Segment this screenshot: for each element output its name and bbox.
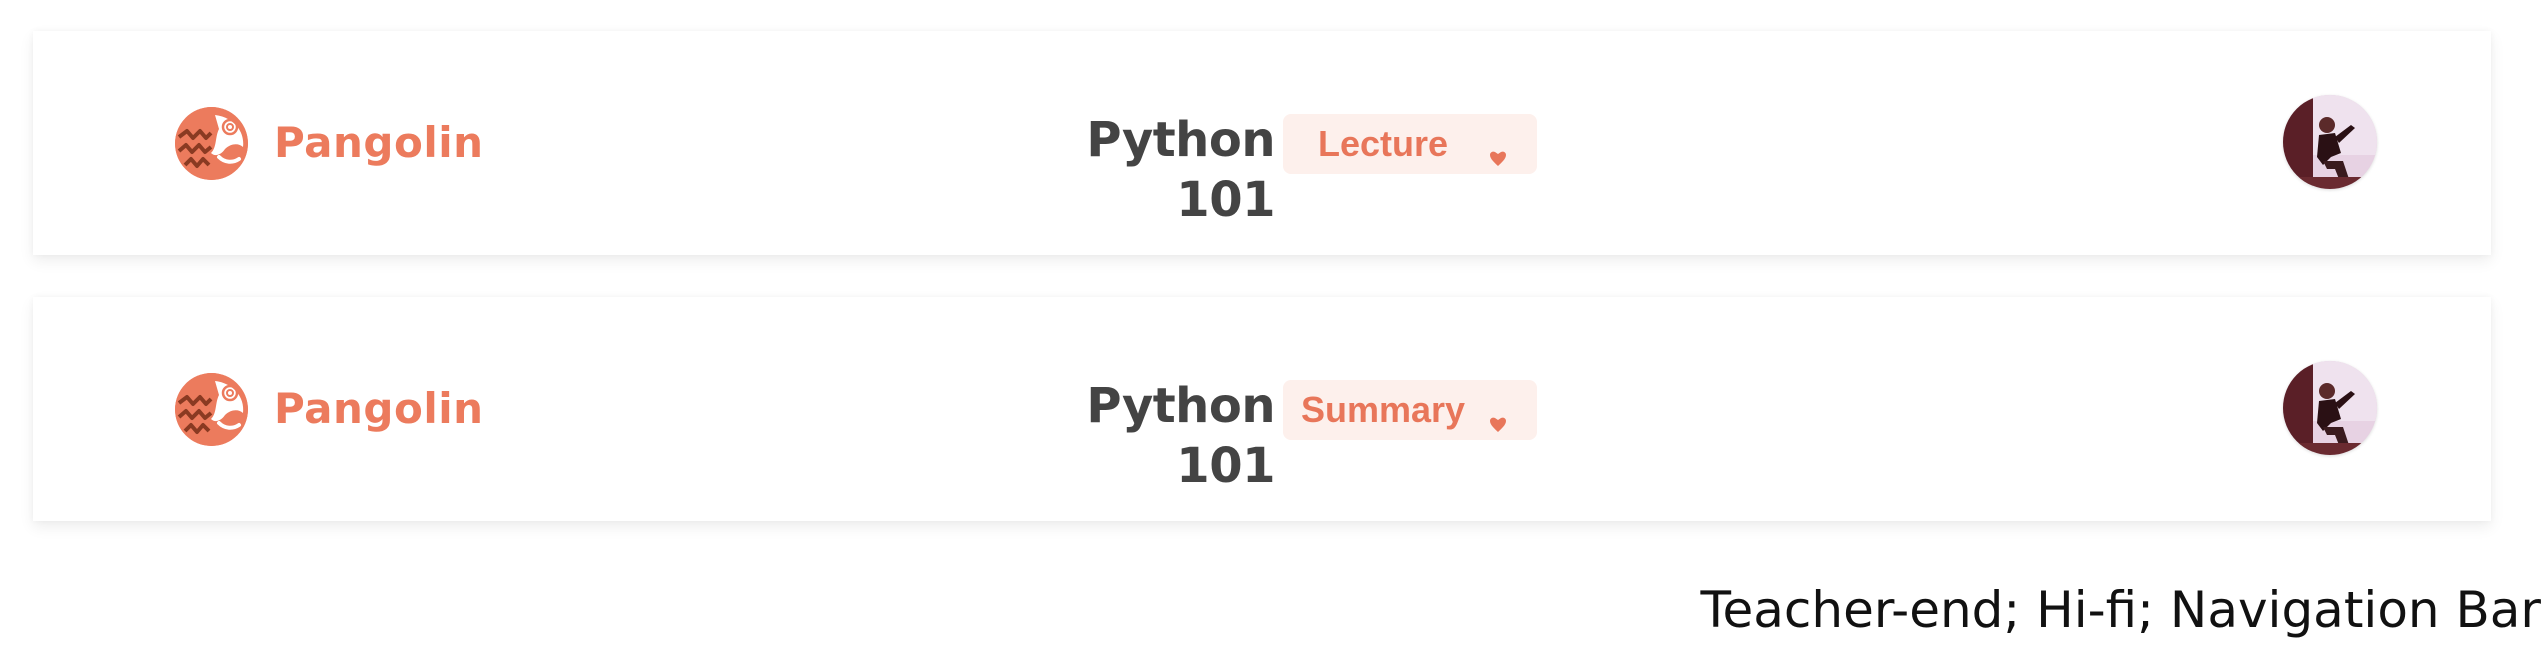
mode-selector-dropdown[interactable]: Lecture [1283, 114, 1537, 174]
brand[interactable]: Pangolin [175, 105, 484, 181]
caption: Teacher-end; Hi-fi; Navigation Bar [1700, 581, 2541, 639]
mode-selector-dropdown[interactable]: Summary [1283, 380, 1537, 440]
caret-down-icon [1488, 135, 1508, 166]
navigation-bar: Pangolin Python 101 Lecture [33, 31, 2491, 255]
brand-name: Pangolin [274, 118, 484, 167]
user-avatar-icon[interactable] [2283, 361, 2377, 455]
mode-selector-value: Lecture [1317, 123, 1449, 164]
user-avatar-icon[interactable] [2283, 95, 2377, 189]
mode-selector-value: Summary [1300, 389, 1466, 430]
brand-name: Pangolin [274, 384, 484, 433]
pangolin-logo-icon [175, 372, 248, 446]
navigation-bar: Pangolin Python 101 Summary [33, 297, 2491, 521]
brand[interactable]: Pangolin [175, 371, 484, 447]
pangolin-logo-icon [175, 106, 248, 180]
caret-down-icon [1488, 401, 1508, 432]
course-title: Python 101 [1086, 378, 1275, 494]
course-title: Python 101 [1086, 112, 1275, 228]
